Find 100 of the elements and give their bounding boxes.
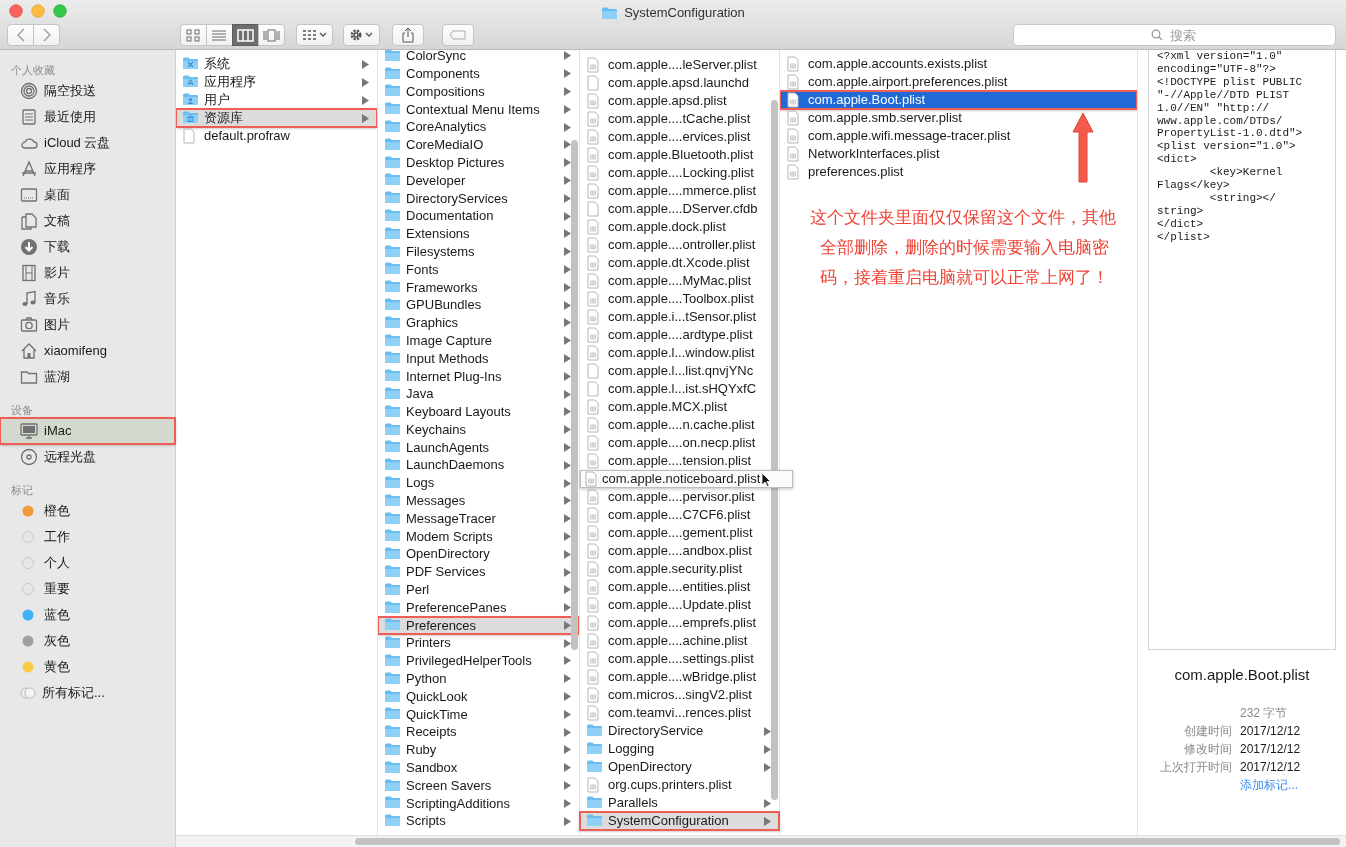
file-row[interactable]: com.apple.airport.preferences.plist <box>780 73 1137 91</box>
file-row[interactable]: Input Methods <box>378 349 579 368</box>
file-row[interactable]: OpenDirectory <box>580 758 779 776</box>
file-row[interactable]: com.apple....on.necp.plist <box>580 434 779 452</box>
file-row[interactable]: OpenDirectory <box>378 545 579 564</box>
file-row[interactable]: DirectoryServices <box>378 189 579 208</box>
file-row[interactable]: com.apple....tension.plist <box>580 452 779 470</box>
file-row[interactable]: 应用程序 <box>176 73 377 91</box>
file-row[interactable]: com.apple....MyMac.plist <box>580 272 779 290</box>
file-row[interactable]: com.apple....wBridge.plist <box>580 668 779 686</box>
scrollbar-thumb[interactable] <box>571 140 578 650</box>
file-row[interactable]: ScriptingAdditions <box>378 794 579 813</box>
forward-button[interactable] <box>33 24 60 46</box>
tag-button[interactable] <box>442 24 474 46</box>
file-row[interactable]: Graphics <box>378 313 579 332</box>
file-row[interactable]: 用户 <box>176 91 377 109</box>
file-row[interactable]: Filesystems <box>378 242 579 261</box>
file-row[interactable]: com.apple.dt.Xcode.plist <box>580 254 779 272</box>
file-row[interactable]: com.apple....DServer.cfdb <box>580 200 779 218</box>
sidebar-item[interactable]: 下载 <box>0 234 175 260</box>
file-row[interactable]: PreferencePanes <box>378 598 579 617</box>
file-row[interactable]: Logs <box>378 474 579 492</box>
file-row[interactable]: ColorSync <box>378 50 579 65</box>
file-row[interactable]: Printers <box>378 634 579 653</box>
file-row[interactable]: Image Capture <box>378 331 579 350</box>
sidebar-item[interactable]: 图片 <box>0 312 175 338</box>
file-row[interactable]: Keyboard Layouts <box>378 402 579 421</box>
file-row[interactable]: 系统 <box>176 55 377 73</box>
view-mode-tab[interactable] <box>180 24 207 46</box>
file-row[interactable]: com.apple....achine.plist <box>580 632 779 650</box>
view-mode-tab[interactable] <box>206 24 233 46</box>
file-row[interactable]: com.apple....leServer.plist <box>580 56 779 74</box>
file-row[interactable]: com.apple.apsd.launchd <box>580 74 779 92</box>
file-row[interactable]: com.apple....Locking.plist <box>580 164 779 182</box>
sidebar-item[interactable]: 最近使用 <box>0 104 175 130</box>
sidebar-item[interactable]: 影片 <box>0 260 175 286</box>
file-row[interactable]: com.apple....settings.plist <box>580 650 779 668</box>
view-mode-tab[interactable] <box>232 24 259 46</box>
file-row[interactable]: com.apple....Toolbox.plist <box>580 290 779 308</box>
file-row[interactable]: Logging <box>580 740 779 758</box>
file-row[interactable]: Extensions <box>378 224 579 243</box>
sidebar-item[interactable]: 灰色 <box>0 628 175 654</box>
file-row[interactable]: com.apple.wifi.message-tracer.plist <box>780 127 1137 145</box>
file-row[interactable]: NetworkInterfaces.plist <box>780 145 1137 163</box>
sidebar-item[interactable]: 黄色 <box>0 654 175 680</box>
file-row[interactable]: 资源库 <box>176 109 377 127</box>
file-row[interactable]: preferences.plist <box>780 163 1137 181</box>
file-row[interactable]: Scripts <box>378 812 579 831</box>
file-row[interactable]: default.profraw <box>176 127 377 145</box>
file-row[interactable]: com.apple....n.cache.plist <box>580 416 779 434</box>
close-icon[interactable] <box>9 4 23 18</box>
file-row[interactable]: com.apple.smb.server.plist <box>780 109 1137 127</box>
file-row[interactable]: Desktop Pictures <box>378 153 579 172</box>
file-row[interactable]: PDF Services <box>378 563 579 581</box>
file-row[interactable]: SystemConfiguration <box>580 812 779 830</box>
back-button[interactable] <box>7 24 34 46</box>
file-name-tooltip[interactable]: com.apple.noticeboard.plist <box>580 470 793 488</box>
sidebar-item[interactable]: 音乐 <box>0 286 175 312</box>
file-row[interactable]: com.teamvi...rences.plist <box>580 704 779 722</box>
file-row[interactable]: Screen Savers <box>378 776 579 795</box>
file-row[interactable]: Java <box>378 385 579 403</box>
sidebar-item[interactable]: 蓝湖 <box>0 364 175 390</box>
sidebar-item[interactable]: 文稿 <box>0 208 175 234</box>
file-row[interactable]: Fonts <box>378 260 579 279</box>
horizontal-scrollbar[interactable] <box>176 835 1346 847</box>
zoom-icon[interactable] <box>53 4 67 18</box>
sidebar-item[interactable]: 桌面 <box>0 182 175 208</box>
file-row[interactable]: com.apple....mmerce.plist <box>580 182 779 200</box>
file-row[interactable]: com.apple....C7CF6.plist <box>580 506 779 524</box>
file-row[interactable]: com.apple....tCache.plist <box>580 110 779 128</box>
file-row[interactable]: Contextual Menu Items <box>378 100 579 119</box>
file-row[interactable]: com.apple....ervices.plist <box>580 128 779 146</box>
file-row[interactable]: CoreAnalytics <box>378 118 579 136</box>
sidebar-item[interactable]: 应用程序 <box>0 156 175 182</box>
sidebar-item[interactable]: 橙色 <box>0 498 175 524</box>
sidebar-item[interactable]: 工作 <box>0 524 175 550</box>
file-row[interactable]: org.cups.printers.plist <box>580 776 779 794</box>
search-field[interactable]: 搜索 <box>1013 24 1336 46</box>
sidebar-item[interactable]: iMac <box>0 418 175 444</box>
file-row[interactable]: com.micros...singV2.plist <box>580 686 779 704</box>
file-row[interactable]: GPUBundles <box>378 296 579 314</box>
file-row[interactable]: com.apple....Update.plist <box>580 596 779 614</box>
file-row[interactable]: Messages <box>378 491 579 510</box>
file-row[interactable]: LaunchAgents <box>378 438 579 457</box>
file-row[interactable]: Preferences <box>378 616 579 635</box>
share-button[interactable] <box>392 24 424 46</box>
sidebar-item[interactable]: 远程光盘 <box>0 444 175 470</box>
file-row[interactable]: com.apple.l...ist.sHQYxfC <box>580 380 779 398</box>
file-row[interactable]: Perl <box>378 580 579 599</box>
file-row[interactable]: com.apple....ardtype.plist <box>580 326 779 344</box>
file-row[interactable]: Keychains <box>378 420 579 439</box>
arrange-button[interactable] <box>296 24 333 46</box>
file-row[interactable]: com.apple....andbox.plist <box>580 542 779 560</box>
sidebar-item[interactable]: 个人 <box>0 550 175 576</box>
file-row[interactable]: QuickLook <box>378 687 579 706</box>
file-row[interactable]: CoreMediaIO <box>378 136 579 154</box>
file-row[interactable]: Modem Scripts <box>378 527 579 546</box>
file-row[interactable]: Components <box>378 64 579 83</box>
scrollbar-thumb[interactable] <box>771 100 778 800</box>
file-row[interactable]: Receipts <box>378 723 579 742</box>
